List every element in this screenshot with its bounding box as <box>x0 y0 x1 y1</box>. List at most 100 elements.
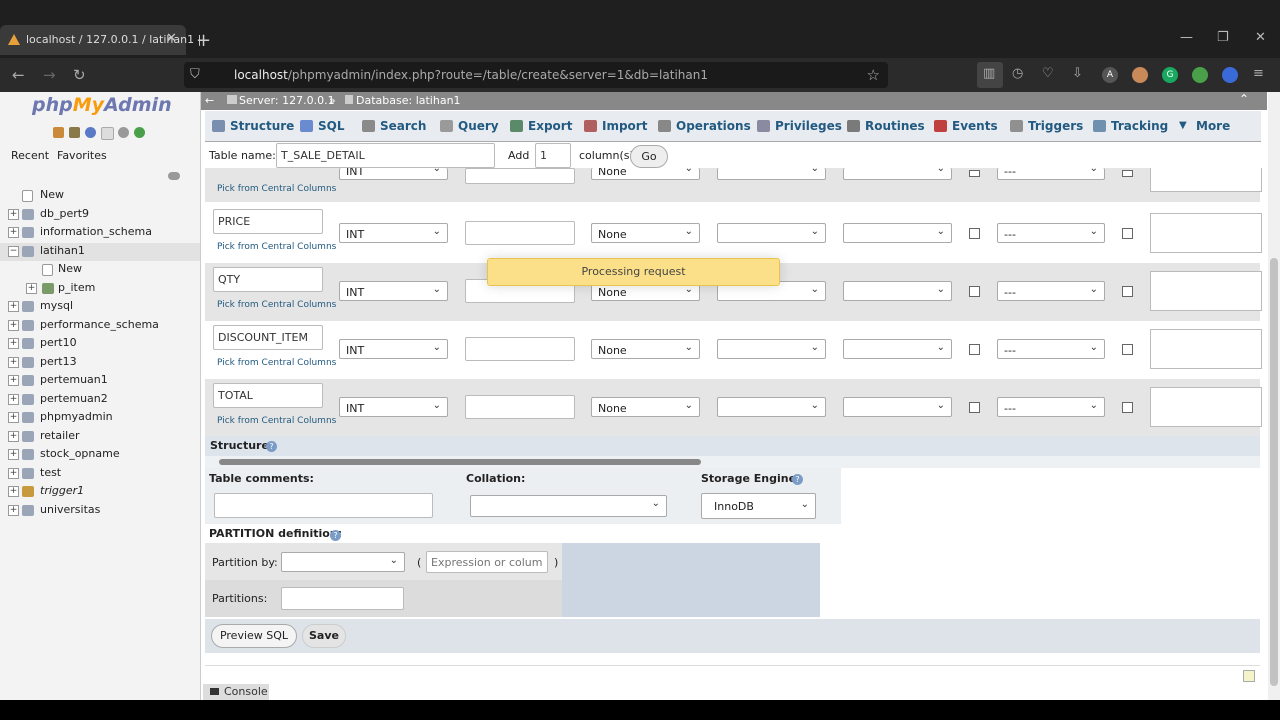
tree-item[interactable]: + performance_schema <box>0 317 200 335</box>
column-comments-input[interactable] <box>1150 329 1262 369</box>
tab-export[interactable]: Export <box>528 119 572 133</box>
tree-item[interactable]: + pert13 <box>0 354 200 372</box>
back-icon[interactable]: ← <box>12 66 25 84</box>
pick-central-columns-link[interactable]: Pick from Central Columns <box>217 184 336 194</box>
scroll-to-top-icon[interactable] <box>1243 670 1255 682</box>
column-index-select[interactable]: --- ⌄ <box>997 339 1105 359</box>
storage-engine-help-icon[interactable]: ? <box>792 474 803 485</box>
column-type-select[interactable]: INT ⌄ <box>339 223 448 243</box>
tree-item[interactable]: + stock_opname <box>0 446 200 464</box>
expand-icon[interactable]: + <box>8 208 19 220</box>
column-name-input[interactable] <box>213 209 323 234</box>
partitions-count-stepper[interactable] <box>281 587 404 610</box>
tab-structure[interactable]: Structure <box>230 119 294 133</box>
column-collation-select[interactable]: ⌄ <box>717 397 826 417</box>
table-name-input[interactable] <box>276 143 495 168</box>
expand-icon[interactable]: + <box>8 338 19 349</box>
partition-help-icon[interactable]: ? <box>330 530 341 541</box>
column-default-select[interactable]: None ⌄ <box>591 223 700 243</box>
link-collapse-icon[interactable] <box>168 172 180 180</box>
pocket-icon[interactable]: ♡ <box>1042 66 1054 81</box>
tree-item[interactable]: + pert10 <box>0 335 200 353</box>
bookmark-star-icon[interactable]: ☆ <box>867 66 880 84</box>
tree-item[interactable]: New <box>0 187 200 205</box>
column-index-select[interactable]: --- ⌄ <box>997 397 1105 417</box>
collapse-icon[interactable]: − <box>8 245 19 257</box>
column-attributes-select[interactable]: ⌄ <box>843 397 952 417</box>
tab-import[interactable]: Import <box>602 119 647 133</box>
pick-central-columns-link[interactable]: Pick from Central Columns <box>217 242 336 252</box>
tree-item[interactable]: − latihan1 <box>0 242 200 261</box>
tab-events[interactable]: Events <box>952 119 998 133</box>
extension-a-icon[interactable]: A <box>1102 67 1118 83</box>
column-length-input[interactable] <box>465 337 575 361</box>
expand-icon[interactable]: + <box>26 282 37 294</box>
column-type-select[interactable]: INT ⌄ <box>339 339 448 359</box>
expand-icon[interactable]: + <box>8 449 19 460</box>
column-name-input[interactable] <box>213 383 323 408</box>
logout-icon[interactable] <box>69 127 80 138</box>
settings-gear-icon[interactable] <box>118 127 129 138</box>
save-button[interactable]: Save <box>302 624 346 648</box>
go-button[interactable]: Go <box>630 145 668 168</box>
column-attributes-select[interactable]: ⌄ <box>843 339 952 359</box>
null-checkbox[interactable] <box>969 344 980 355</box>
browser-tab[interactable]: localhost / 127.0.0.1 / latihan1 | ✕ <box>0 25 201 55</box>
new-tab-icon[interactable]: + <box>196 30 211 51</box>
partition-expression-input[interactable] <box>426 551 548 573</box>
favorites-tab[interactable]: Favorites <box>52 146 112 165</box>
recent-tab[interactable]: Recent <box>6 146 54 165</box>
tab-operations[interactable]: Operations <box>676 119 751 133</box>
tree-item[interactable]: + trigger1 <box>0 483 200 501</box>
horizontal-scroll-thumb[interactable] <box>219 459 701 465</box>
tree-item[interactable]: + universitas <box>0 502 200 520</box>
pick-central-columns-link[interactable]: Pick from Central Columns <box>217 300 336 310</box>
tab-search[interactable]: Search <box>380 119 426 133</box>
scrollbar-thumb[interactable] <box>1270 258 1278 686</box>
column-attributes-select[interactable]: ⌄ <box>843 223 952 243</box>
structure-help-icon[interactable]: ? <box>266 441 277 452</box>
collapse-arrow-icon[interactable]: ← <box>205 94 214 107</box>
column-comments-input[interactable] <box>1150 271 1262 311</box>
tab-triggers[interactable]: Triggers <box>1028 119 1083 133</box>
profile-avatar-icon[interactable] <box>1132 67 1148 83</box>
collation-select[interactable]: ⌄ <box>470 495 667 517</box>
column-name-input[interactable] <box>213 325 323 350</box>
phpmyadmin-logo[interactable]: phpMyAdmin <box>32 94 172 116</box>
tree-item[interactable]: + information_schema <box>0 224 200 242</box>
tab-more[interactable]: More <box>1196 119 1230 133</box>
tree-item[interactable]: + p_item <box>0 280 200 298</box>
expand-icon[interactable]: + <box>8 430 19 442</box>
tree-item[interactable]: + db_pert9 <box>0 206 200 224</box>
docs-icon[interactable] <box>101 127 114 140</box>
expand-icon[interactable]: + <box>8 412 19 423</box>
preview-sql-button[interactable]: Preview SQL <box>211 624 297 648</box>
column-index-select[interactable]: --- ⌄ <box>997 281 1105 301</box>
pick-central-columns-link[interactable]: Pick from Central Columns <box>217 416 336 426</box>
reload-nav-icon[interactable] <box>134 127 145 138</box>
console-toggle[interactable]: Console <box>203 684 269 700</box>
column-comments-input[interactable] <box>1150 168 1262 192</box>
column-default-select[interactable]: None ⌄ <box>591 168 700 180</box>
storage-engine-select[interactable]: InnoDB ⌄ <box>701 493 816 519</box>
column-index-select[interactable]: --- ⌄ <box>997 168 1105 180</box>
expand-icon[interactable]: + <box>8 301 19 312</box>
null-checkbox[interactable] <box>969 402 980 413</box>
auto-increment-checkbox[interactable] <box>1122 170 1133 177</box>
tree-item[interactable]: + pertemuan1 <box>0 372 200 390</box>
column-length-input[interactable] <box>465 395 575 419</box>
column-type-select[interactable]: INT ⌄ <box>339 168 448 180</box>
close-tab-icon[interactable]: ✕ <box>166 31 177 46</box>
column-type-select[interactable]: INT ⌄ <box>339 281 448 301</box>
column-default-select[interactable]: None ⌄ <box>591 339 700 359</box>
tree-item[interactable]: + test <box>0 465 200 483</box>
column-comments-input[interactable] <box>1150 213 1262 253</box>
expand-icon[interactable]: + <box>8 393 19 405</box>
expand-icon[interactable]: + <box>8 227 19 238</box>
table-comments-input[interactable] <box>214 493 433 518</box>
auto-increment-checkbox[interactable] <box>1122 344 1133 355</box>
reload-icon[interactable]: ↻ <box>73 66 86 84</box>
auto-increment-checkbox[interactable] <box>1122 286 1133 297</box>
column-comments-input[interactable] <box>1150 387 1262 427</box>
close-window-icon[interactable]: ✕ <box>1255 30 1266 45</box>
